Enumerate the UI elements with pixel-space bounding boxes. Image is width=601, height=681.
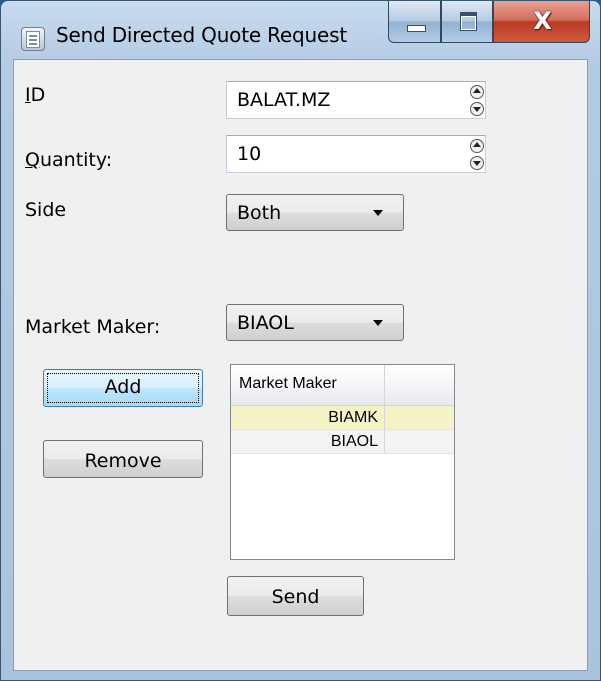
table-row[interactable]: BIAMK bbox=[231, 406, 454, 430]
close-icon: X bbox=[533, 7, 552, 35]
market-maker-select[interactable]: BIAOL bbox=[226, 304, 404, 341]
market-maker-label: Market Maker: bbox=[25, 316, 161, 338]
quantity-label-accesskey: Q bbox=[25, 149, 40, 171]
window-title: Send Directed Quote Request bbox=[56, 23, 347, 47]
id-spin-up-icon[interactable] bbox=[470, 85, 484, 99]
id-label: ID bbox=[25, 84, 45, 106]
quantity-label: Quantity: bbox=[25, 149, 112, 171]
grid-header: Market Maker bbox=[231, 365, 454, 406]
caption-buttons: X bbox=[388, 1, 590, 43]
market-maker-grid[interactable]: Market Maker BIAMK BIAOL bbox=[230, 364, 455, 560]
maximize-button[interactable] bbox=[441, 1, 493, 43]
minimize-icon bbox=[407, 25, 426, 32]
add-button-label: Add bbox=[104, 376, 142, 398]
add-button[interactable]: Add bbox=[43, 369, 203, 407]
side-label: Side bbox=[25, 199, 67, 221]
column-header-label: Market Maker bbox=[239, 375, 337, 392]
id-label-text: D bbox=[30, 84, 46, 106]
quantity-spin-up-icon[interactable] bbox=[470, 139, 484, 153]
remove-button[interactable]: Remove bbox=[43, 440, 203, 478]
market-maker-value: BIAOL bbox=[237, 312, 294, 334]
id-spin-down-icon[interactable] bbox=[470, 102, 484, 116]
send-button-label: Send bbox=[271, 586, 320, 608]
quantity-label-text: uantity: bbox=[39, 149, 113, 171]
quantity-spin-down-icon[interactable] bbox=[470, 156, 484, 170]
app-icon[interactable] bbox=[21, 27, 45, 51]
column-header-market-maker[interactable]: Market Maker bbox=[231, 365, 385, 405]
side-select[interactable]: Both bbox=[226, 194, 404, 231]
close-button[interactable]: X bbox=[493, 1, 590, 43]
quantity-input[interactable]: 10 bbox=[226, 135, 486, 173]
quantity-value: 10 bbox=[237, 143, 262, 165]
chevron-down-icon bbox=[373, 320, 383, 326]
minimize-button[interactable] bbox=[388, 1, 441, 43]
id-value: BALAT.MZ bbox=[237, 89, 331, 111]
title-bar[interactable]: Send Directed Quote Request X bbox=[1, 1, 600, 59]
chevron-down-icon bbox=[373, 210, 383, 216]
dialog-window: Send Directed Quote Request X ID BALAT.M… bbox=[0, 0, 601, 681]
table-cell: BIAMK bbox=[231, 406, 385, 429]
table-row[interactable]: BIAOL bbox=[231, 430, 454, 454]
side-value: Both bbox=[237, 202, 282, 224]
maximize-icon bbox=[460, 12, 477, 31]
send-button[interactable]: Send bbox=[227, 576, 364, 616]
id-input[interactable]: BALAT.MZ bbox=[226, 81, 486, 119]
remove-button-label: Remove bbox=[84, 450, 162, 472]
table-cell: BIAOL bbox=[231, 430, 385, 453]
dialog-content: ID BALAT.MZ Quantity: 10 Side Both Marke… bbox=[13, 59, 588, 671]
